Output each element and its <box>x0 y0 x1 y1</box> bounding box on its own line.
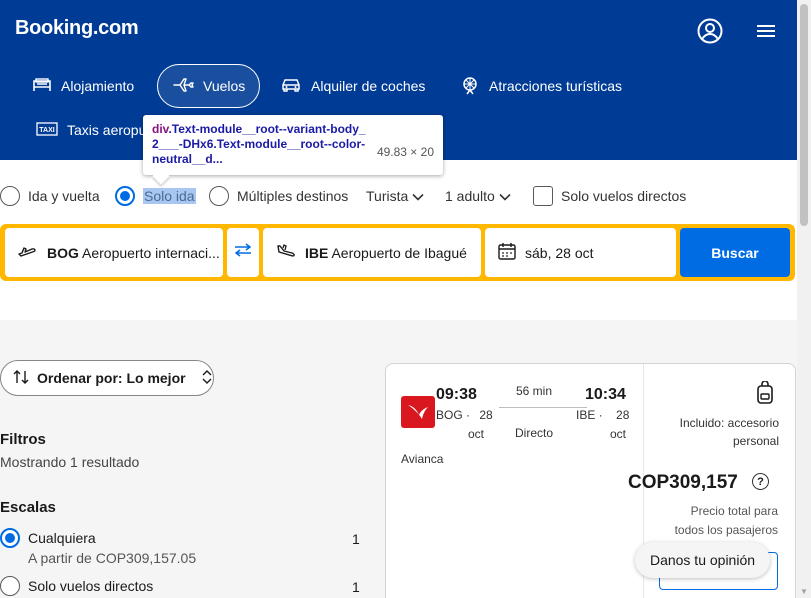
price-note-line-1: Precio total para <box>690 504 778 518</box>
radio-label: Múltiples destinos <box>237 188 349 204</box>
origin-code: BOG <box>47 244 79 261</box>
radio-multi-destination[interactable]: Múltiples destinos <box>209 186 348 206</box>
sort-arrows-icon <box>13 369 29 388</box>
arrive-airport-line: IBE · 28 <box>576 408 630 422</box>
cabin-value: Turista <box>366 188 409 204</box>
nav-item-atracciones[interactable]: Atracciones turísticas <box>446 64 636 108</box>
radio-one-way[interactable]: Solo ida <box>115 186 196 206</box>
nav-label: Atracciones turísticas <box>489 78 623 94</box>
backpack-icon <box>756 380 774 410</box>
destination-code: IBE <box>305 244 329 261</box>
nav-label: Alquiler de coches <box>311 78 426 94</box>
tooltip-tag: div <box>152 122 169 136</box>
tooltip-selector: div.Text-module__root--variant-body_2___… <box>152 122 367 168</box>
filter-sub: A partir de COP309,157.05 <box>28 550 197 566</box>
chevron-down-icon <box>499 188 511 204</box>
included-line-1: Incluido: accesorio <box>679 416 779 430</box>
checkbox-label: Solo vuelos directos <box>561 188 687 204</box>
scrollbar-thumb[interactable] <box>800 4 808 226</box>
arrive-airport: IBE <box>576 408 596 422</box>
arrive-date-month: oct <box>610 427 627 441</box>
cabin-select[interactable]: Turista <box>366 188 424 204</box>
swap-button[interactable] <box>227 228 259 277</box>
scrollbar[interactable]: ▼ <box>797 0 811 598</box>
radio-label: Solo ida <box>143 188 196 204</box>
radio-label: Ida y vuelta <box>28 188 100 204</box>
radio-button[interactable] <box>0 576 20 596</box>
avianca-logo <box>401 396 435 428</box>
tooltip-classes: .Text-module__root--variant-body_2___-DH… <box>152 122 366 166</box>
date-field[interactable]: sáb, 28 oct <box>485 228 676 277</box>
destination-name: Aeropuerto de Ibagué <box>331 244 467 261</box>
included-line-2: personal <box>732 434 779 448</box>
filters-title: Filtros <box>0 431 46 448</box>
search-button[interactable]: Buscar <box>680 228 790 277</box>
duration-line <box>499 407 587 408</box>
scroll-down-icon[interactable]: ▼ <box>800 587 808 596</box>
nav-item-alquiler-coches[interactable]: Alquiler de coches <box>266 64 439 108</box>
radio-button[interactable] <box>209 186 229 206</box>
account-icon[interactable] <box>697 18 723 44</box>
flight-price: COP309,157 <box>628 472 738 493</box>
nav-label: Alojamiento <box>61 78 135 94</box>
radio-button[interactable] <box>0 528 20 548</box>
search-bar: BOG Aeropuerto internaci... IBE Aeropuer… <box>0 224 795 281</box>
radio-button[interactable] <box>115 186 135 206</box>
price-note-line-2: todos los pasajeros <box>674 523 778 537</box>
landing-icon <box>275 242 297 263</box>
svg-text:TAXI: TAXI <box>39 127 54 134</box>
passengers-value: 1 adulto <box>445 188 495 204</box>
swap-arrows-icon <box>233 243 253 262</box>
destination-field[interactable]: IBE Aeropuerto de Ibagué <box>263 228 481 277</box>
arrive-date-day: 28 <box>616 408 630 422</box>
depart-time: 09:38 <box>436 386 477 403</box>
tooltip-size: 49.83 × 20 <box>376 145 434 159</box>
depart-airport-line: BOG · 28 <box>436 408 493 422</box>
filter-option-any[interactable]: Cualquiera <box>0 528 96 548</box>
sort-label: Ordenar por: Lo mejor <box>37 370 186 386</box>
calendar-icon <box>497 241 517 264</box>
airline-name: Avianca <box>401 452 444 466</box>
filter-count: 1 <box>352 579 360 595</box>
car-icon <box>280 76 302 97</box>
filter-label: Solo vuelos directos <box>28 578 154 594</box>
radio-round-trip[interactable]: Ida y vuelta <box>0 186 100 206</box>
nav-item-alojamiento[interactable]: Alojamiento <box>18 64 148 108</box>
date-value: sáb, 28 oct <box>525 244 594 261</box>
arrive-time: 10:34 <box>585 386 626 403</box>
taxi-icon: TAXI <box>36 121 58 139</box>
checkbox[interactable] <box>533 186 553 206</box>
nav-label: Vuelos <box>203 78 246 94</box>
filter-label: Cualquiera <box>28 530 96 546</box>
takeoff-icon <box>17 242 39 263</box>
depart-date-month: oct <box>468 427 485 441</box>
origin-name: Aeropuerto internaci... <box>82 244 220 261</box>
depart-airport: BOG <box>436 408 463 422</box>
airplane-icon <box>172 76 194 97</box>
radio-button[interactable] <box>0 186 20 206</box>
chevron-updown-icon <box>202 369 212 387</box>
chevron-down-icon <box>412 188 424 204</box>
depart-date-day: 28 <box>479 408 493 422</box>
included-baggage: Incluido: accesorio personal <box>656 414 779 450</box>
nav-item-vuelos[interactable]: Vuelos <box>157 64 260 108</box>
origin-field[interactable]: BOG Aeropuerto internaci... <box>5 228 223 277</box>
attractions-icon <box>460 75 480 98</box>
feedback-button[interactable]: Danos tu opinión <box>635 542 770 578</box>
inspector-tooltip: div.Text-module__root--variant-body_2___… <box>143 115 443 175</box>
info-icon[interactable]: ? <box>752 473 769 490</box>
filter-option-direct[interactable]: Solo vuelos directos <box>0 576 153 596</box>
flight-duration: 56 min <box>516 384 553 398</box>
flight-stops: Directo <box>515 426 554 440</box>
filter-count: 1 <box>352 531 360 547</box>
bed-icon <box>32 76 52 97</box>
direct-only-checkbox[interactable]: Solo vuelos directos <box>533 186 686 206</box>
price-note: Precio total para todos los pasajeros <box>656 502 778 540</box>
passengers-select[interactable]: 1 adulto <box>445 188 511 204</box>
booking-logo[interactable]: Booking.com <box>15 17 139 40</box>
stops-title: Escalas <box>0 499 56 516</box>
sort-button[interactable]: Ordenar por: Lo mejor <box>0 360 214 396</box>
results-count: Mostrando 1 resultado <box>0 454 140 470</box>
menu-icon[interactable] <box>753 18 779 44</box>
